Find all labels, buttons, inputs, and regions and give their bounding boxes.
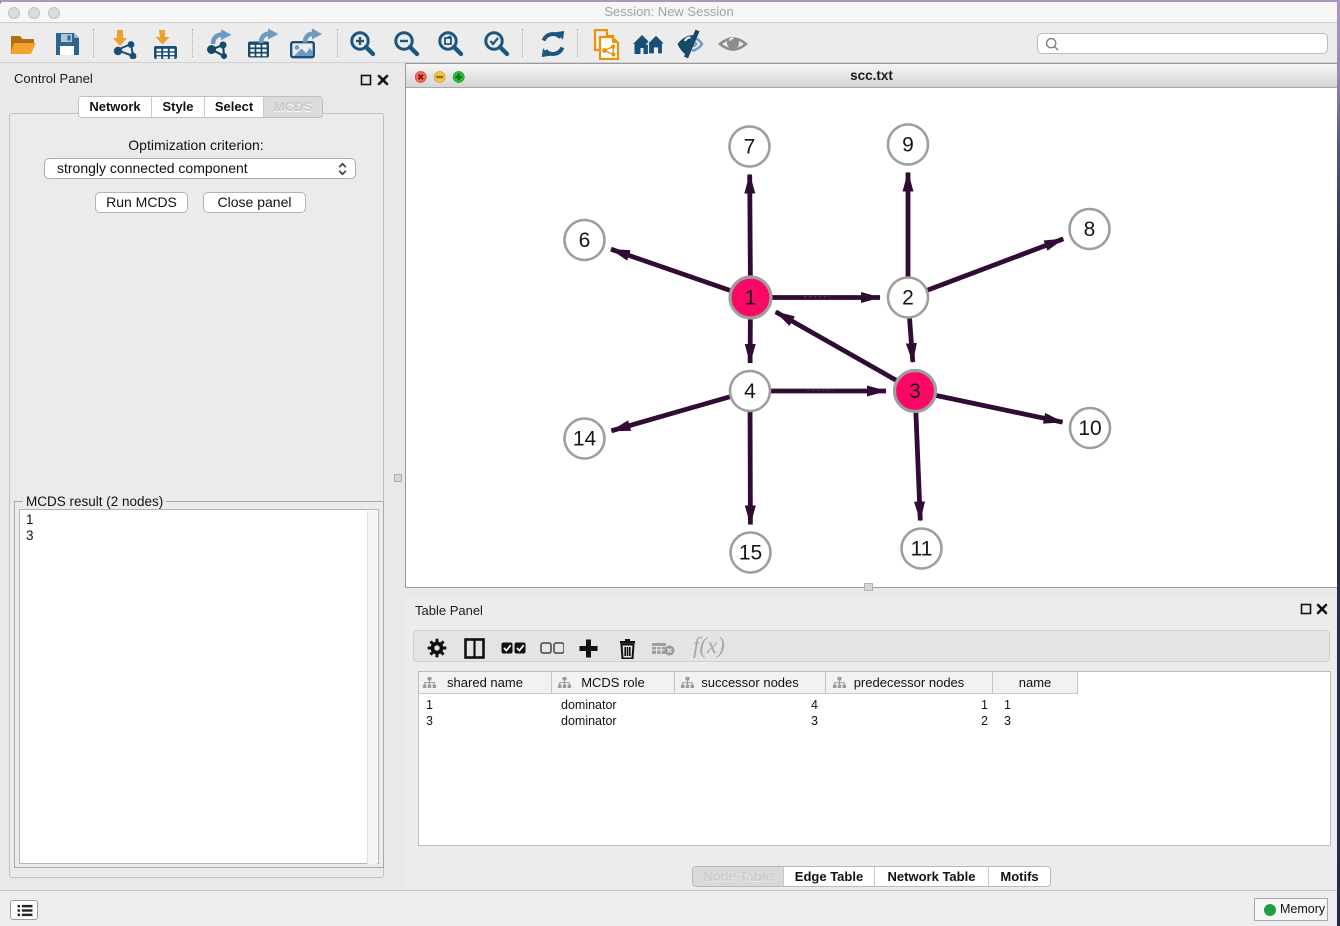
- svg-text:9: 9: [902, 134, 914, 157]
- svg-text:15: 15: [739, 542, 762, 565]
- svg-text:10: 10: [1078, 417, 1101, 440]
- svg-text:7: 7: [744, 136, 756, 159]
- svg-text:1: 1: [745, 287, 757, 310]
- svg-text:11: 11: [911, 538, 933, 561]
- svg-text:8: 8: [1084, 218, 1096, 241]
- svg-text:2: 2: [902, 287, 914, 310]
- svg-text:3: 3: [909, 380, 921, 403]
- svg-text:4: 4: [744, 380, 756, 403]
- svg-text:14: 14: [573, 428, 597, 451]
- svg-text:6: 6: [579, 229, 591, 252]
